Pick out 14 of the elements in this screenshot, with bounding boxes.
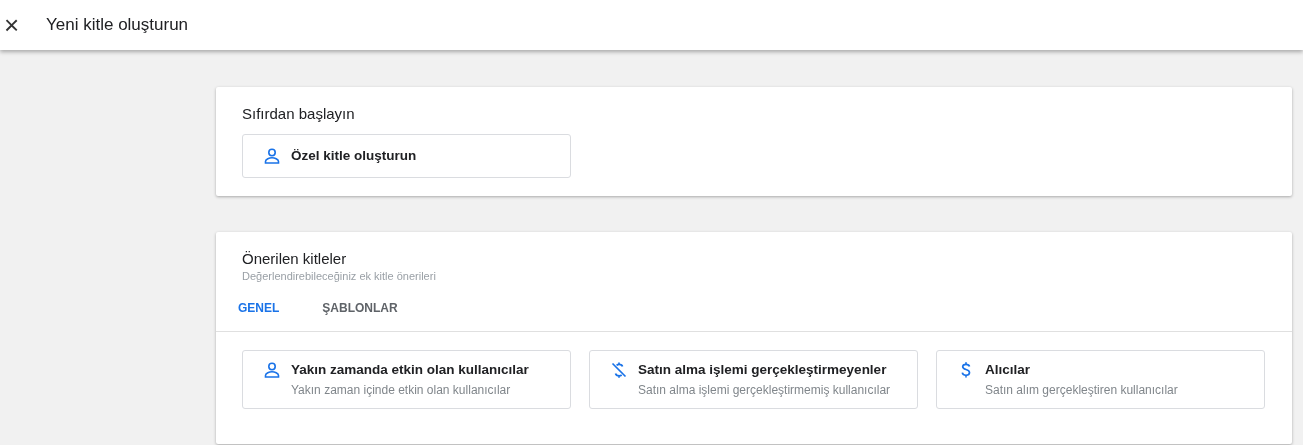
person-icon xyxy=(263,146,281,165)
audience-option[interactable]: Alıcılar Satın alım gerçekleştiren kullanıcılar xyxy=(936,350,1265,409)
tab[interactable]: GENEL xyxy=(238,299,280,318)
close-button[interactable]: × xyxy=(0,12,22,38)
page-title: Yeni kitle oluşturun xyxy=(46,14,189,37)
create-audience-button[interactable]: Özel kitle oluşturun xyxy=(242,133,571,178)
section-subtitle: Değerlendirebileceğiniz ek kitle önerileri xyxy=(242,268,437,284)
person-icon xyxy=(263,361,281,380)
section-title: Sıfırdan başlayın xyxy=(242,104,356,124)
audience-option[interactable]: Yakın zamanda etkin olan kullanıcılar Yakın zaman içinde etkin olan kullanıcılar xyxy=(242,350,571,409)
audience-option[interactable]: Satın alma işlemi gerçekleştirmeyenler Satın alma işlemi gerçekleştirmemiş kullanıcılar xyxy=(589,350,918,409)
no-dollar-icon xyxy=(610,361,628,380)
tab[interactable]: ŞABLONLAR xyxy=(322,299,398,318)
section-title: Önerilen kitleler xyxy=(242,249,348,268)
